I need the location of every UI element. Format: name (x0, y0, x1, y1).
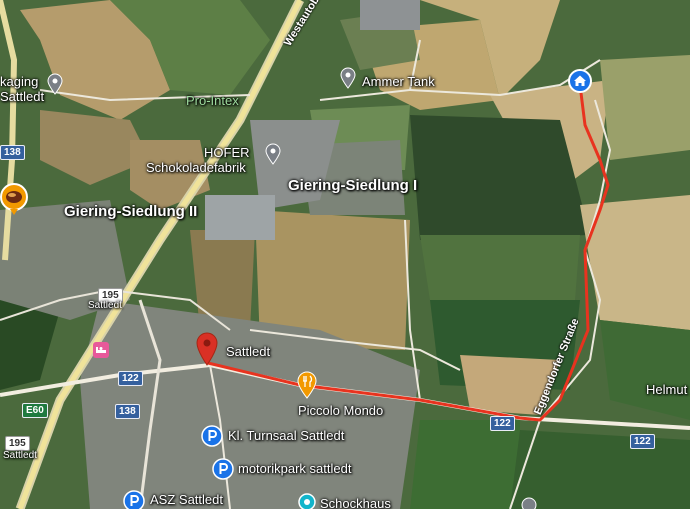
place-giering-siedlung-2[interactable]: Giering-Siedlung II (64, 204, 197, 219)
poi-kl-turnsaal-label[interactable]: Kl. Turnsaal Sattledt (228, 428, 344, 443)
parking-icon[interactable] (201, 425, 223, 452)
parking-icon[interactable] (212, 458, 234, 485)
place-pin-icon[interactable] (298, 493, 316, 509)
restaurant-icon[interactable] (296, 371, 318, 404)
route-138-shield: 138 (115, 404, 140, 419)
poi-packaging-label[interactable]: kaging (0, 74, 38, 89)
poi-asz-label[interactable]: ASZ Sattledt (150, 492, 223, 507)
restaurant-photo-icon[interactable] (0, 182, 30, 221)
poi-hofer-label[interactable]: HOFER (204, 145, 250, 160)
poi-hofer-sub-label[interactable]: Schokoladefabrik (146, 160, 246, 175)
poi-schockhaus-label[interactable]: Schockhaus (320, 496, 391, 509)
location-pin-icon[interactable] (46, 73, 64, 100)
poi-ammer-tank-label[interactable]: Ammer Tank (362, 74, 435, 89)
start-location-pin-icon[interactable] (195, 332, 219, 371)
home-icon[interactable] (568, 69, 592, 98)
poi-packaging-sub-label[interactable]: Sattledt (0, 89, 44, 104)
map-view[interactable]: 122 122 122 138 138 195 195 E60 Sattledt… (0, 0, 690, 509)
hotel-icon[interactable] (93, 342, 109, 363)
parking-icon[interactable] (123, 490, 145, 509)
location-pin-icon[interactable] (521, 497, 537, 509)
route-138-shield: 138 (0, 145, 25, 160)
route-122-shield: 122 (118, 371, 143, 386)
route-e60-shield: E60 (22, 403, 48, 418)
poi-pro-intex-label[interactable]: Pro-Intex (186, 93, 239, 108)
place-helmut[interactable]: Helmut (646, 382, 687, 397)
route-122-shield: 122 (630, 434, 655, 449)
town-small-label: Sattledt (88, 300, 122, 311)
place-giering-siedlung-1[interactable]: Giering-Siedlung I (288, 178, 417, 193)
poi-piccolo-mondo-label[interactable]: Piccolo Mondo (298, 403, 383, 418)
place-sattledt[interactable]: Sattledt (226, 344, 270, 359)
location-pin-icon[interactable] (264, 143, 282, 170)
route-122-shield: 122 (490, 416, 515, 431)
location-pin-icon[interactable] (339, 67, 357, 94)
poi-motorikpark-label[interactable]: motorikpark sattledt (238, 461, 351, 476)
town-small-label: Sattledt (3, 450, 37, 461)
